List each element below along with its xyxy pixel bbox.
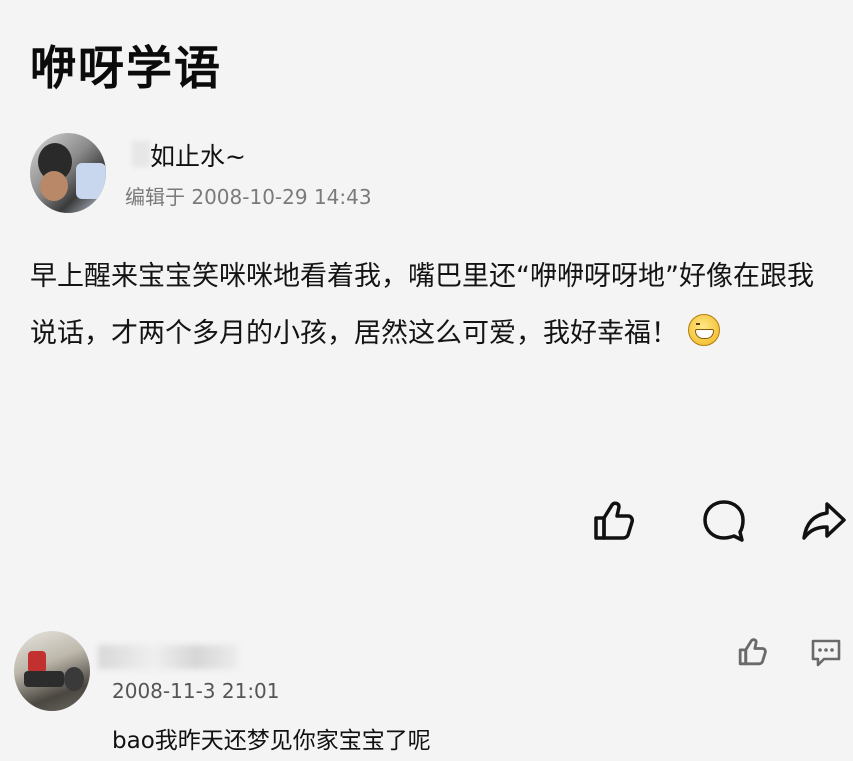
comment-timestamp: 2008-11-3 21:01 bbox=[112, 679, 280, 703]
commenter-avatar[interactable] bbox=[14, 631, 90, 711]
post-body: 早上醒来宝宝笑咪咪地看着我，嘴巴里还“咿咿呀呀地”好像在跟我说话，才两个多月的小… bbox=[30, 248, 835, 362]
grinning-face-icon bbox=[688, 314, 720, 346]
share-arrow-icon bbox=[802, 502, 846, 540]
comment-text: bao我昨天还梦见你家宝宝了呢 bbox=[112, 728, 431, 754]
comment-reply-button[interactable] bbox=[810, 638, 842, 668]
commenter-name-redaction bbox=[98, 645, 238, 669]
like-button[interactable] bbox=[590, 498, 636, 544]
thumbs-up-icon bbox=[594, 501, 634, 540]
edit-timestamp: 编辑于 2008-10-29 14:43 bbox=[125, 185, 372, 209]
share-button[interactable] bbox=[800, 498, 848, 544]
thumbs-up-icon bbox=[738, 638, 767, 666]
author-avatar[interactable] bbox=[30, 133, 106, 213]
speech-bubble-icon bbox=[703, 500, 745, 542]
comment-dots-icon bbox=[811, 639, 841, 667]
author-name-redaction bbox=[132, 141, 150, 167]
comment-button[interactable] bbox=[701, 498, 747, 544]
author-name[interactable]: 如止水~ bbox=[150, 137, 246, 173]
page-title: 咿呀学语 bbox=[30, 41, 222, 95]
comment-like-button[interactable] bbox=[736, 636, 768, 668]
